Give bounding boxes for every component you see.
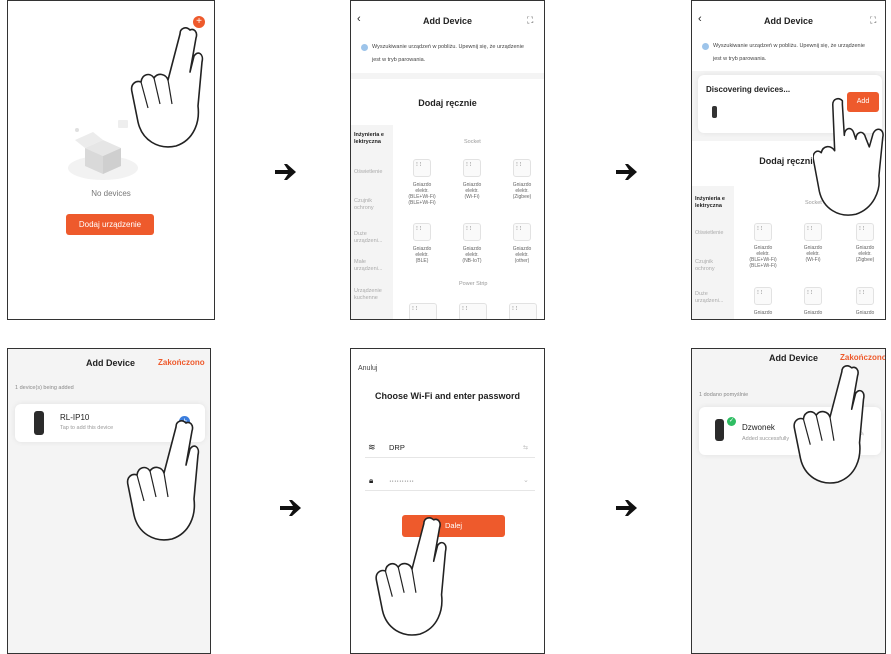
arrow-right-icon (616, 500, 637, 516)
search-dot-icon (702, 43, 709, 50)
category-lighting[interactable]: Oświetlenie (695, 230, 723, 237)
socket-icon[interactable] (513, 223, 531, 241)
device-label: Gniazdo (803, 310, 823, 316)
scan-icon[interactable]: ⛶ (870, 15, 876, 26)
device-label: Gniazdo elektr. (NB-IoT) (462, 246, 482, 264)
screen-added: Add Device Zakończono 1 dodano pomyślnie… (691, 348, 886, 654)
search-dot-icon (361, 44, 368, 51)
add-device-plus-icon[interactable]: + (179, 416, 190, 427)
switch-network-icon[interactable]: ⇆ (523, 444, 528, 451)
wifi-icon: ≋ (368, 442, 376, 452)
background (8, 349, 210, 653)
scan-icon[interactable]: ⛶ (527, 15, 533, 26)
edit-icon[interactable]: ✎ (858, 429, 865, 438)
adding-count: 1 device(s) being added (15, 385, 74, 391)
search-info: Wyszukiwanie urządzeń w pobliżu. Upewnij… (372, 44, 524, 50)
doorbell-device-icon (715, 419, 724, 441)
power-strip-icon[interactable] (409, 303, 437, 319)
category-active[interactable]: Inżynieria e lektryczna (354, 132, 384, 146)
device-label: Gniazdo elektr. (BLE) (412, 246, 432, 264)
device-label: Gniazdo elektr. (BLE+Wi-Fi) (BLE+Wi-Fi) (408, 182, 436, 206)
device-label: Gniazdo elektr. (BLE+Wi-Fi) (BLE+Wi-Fi) (749, 245, 777, 269)
add-plus-button[interactable]: + (193, 16, 205, 28)
group-socket: Socket (805, 200, 822, 206)
arrow-right-icon (280, 500, 301, 516)
socket-icon[interactable] (754, 287, 772, 305)
arrow-right-icon (616, 164, 637, 180)
page-title: Add Device (422, 16, 473, 26)
add-button[interactable]: Add (847, 92, 879, 112)
discovering-label: Discovering devices... (706, 85, 791, 94)
socket-icon[interactable] (463, 159, 481, 177)
doorbell-device-icon (34, 411, 44, 435)
group-socket: Socket (464, 139, 481, 145)
screen-device-found: Add Device Zakończono 1 device(s) being … (7, 348, 211, 654)
search-info-2: jest w tryb parowania. (372, 57, 426, 63)
category-lighting[interactable]: Oświetlenie (354, 169, 382, 176)
search-info-2: jest w tryb parowania. (713, 56, 767, 62)
no-devices-label: No devices (91, 189, 131, 198)
device-label: Gniazdo elektr. (Zigbee) (512, 182, 532, 200)
section-title: Dodaj ręcznie (418, 98, 477, 108)
device-label: Gniazdo elektr. (Wi-Fi) (803, 245, 823, 263)
device-card[interactable] (699, 407, 881, 455)
device-label: Gniazdo (855, 310, 875, 316)
doorbell-device-icon (712, 106, 717, 118)
page-title: Add Device (769, 353, 819, 363)
device-label: Gniazdo elektr. (other) (512, 246, 532, 264)
screen-discovering: ‹ Add Device ⛶ Wyszukiwanie urządzeń w p… (691, 0, 886, 320)
device-name: RL-IP10 (60, 413, 90, 422)
empty-box-illustration (63, 116, 143, 186)
device-label: Gniazdo elektr. (Wi-Fi) (462, 182, 482, 200)
socket-icon[interactable] (856, 287, 874, 305)
group-power-strip: Power Strip (459, 281, 488, 287)
arrow-right-icon (275, 164, 296, 180)
lock-icon: 🔒︎ (369, 476, 374, 485)
screen-add-device: ‹ Add Device ⛶ Wyszukiwanie urządzeń w p… (350, 0, 545, 320)
device-subtitle: Added successfully (742, 436, 790, 442)
done-link[interactable]: Zakończono (840, 353, 885, 362)
chevron-down-icon[interactable]: ⌄ (523, 476, 529, 484)
socket-icon[interactable] (754, 223, 772, 241)
added-count: 1 dodano pomyślnie (699, 392, 749, 398)
page-title: Choose Wi-Fi and enter password (375, 391, 520, 401)
section-title: Dodaj ręcznie (759, 156, 818, 166)
category-small[interactable]: Małe urządzeni... (354, 259, 382, 273)
category-active[interactable]: Inżynieria e lektryczna (695, 196, 725, 210)
search-info: Wyszukiwanie urządzeń w pobliżu. Upewnij… (713, 43, 865, 49)
socket-icon[interactable] (513, 159, 531, 177)
next-button[interactable]: Dalej (402, 515, 505, 537)
socket-icon[interactable] (804, 223, 822, 241)
wifi-ssid[interactable]: DRP (389, 443, 405, 452)
device-subtitle: Tap to add this device (60, 425, 114, 431)
power-strip-icon[interactable] (509, 303, 537, 319)
page-title: Add Device (86, 358, 136, 368)
socket-icon[interactable] (856, 223, 874, 241)
socket-icon[interactable] (463, 223, 481, 241)
cancel-link[interactable]: Anuluj (358, 365, 377, 372)
ssid-underline (365, 457, 535, 458)
device-label: Gniazdo elektr. (Zigbee) (855, 245, 875, 263)
device-label: Gniazdo (753, 310, 773, 316)
socket-icon[interactable] (413, 159, 431, 177)
socket-icon[interactable] (804, 287, 822, 305)
category-sensors[interactable]: Czujnik ochrony (695, 259, 715, 273)
category-sensors[interactable]: Czujnik ochrony (354, 198, 374, 212)
screen-empty-home: + No devices Dodaj urządzenie (7, 0, 215, 320)
add-device-button[interactable]: Dodaj urządzenie (66, 214, 154, 235)
password-underline (365, 490, 535, 491)
done-link[interactable]: Zakończono (158, 358, 205, 367)
divider-band (351, 73, 544, 79)
page-title: Add Device (763, 16, 814, 26)
screen-wifi: Anuluj Choose Wi-Fi and enter password ≋… (350, 348, 545, 654)
power-strip-icon[interactable] (459, 303, 487, 319)
category-large[interactable]: Duże urządzeni... (695, 291, 723, 305)
check-icon: ✓ (727, 417, 736, 426)
category-kitchen[interactable]: Urządzenie kuchenne (354, 288, 382, 302)
password-field[interactable]: ·········· (389, 476, 414, 485)
device-name: Dzwonek (742, 423, 775, 432)
category-large[interactable]: Duże urządzeni... (354, 231, 382, 245)
socket-icon[interactable] (413, 223, 431, 241)
